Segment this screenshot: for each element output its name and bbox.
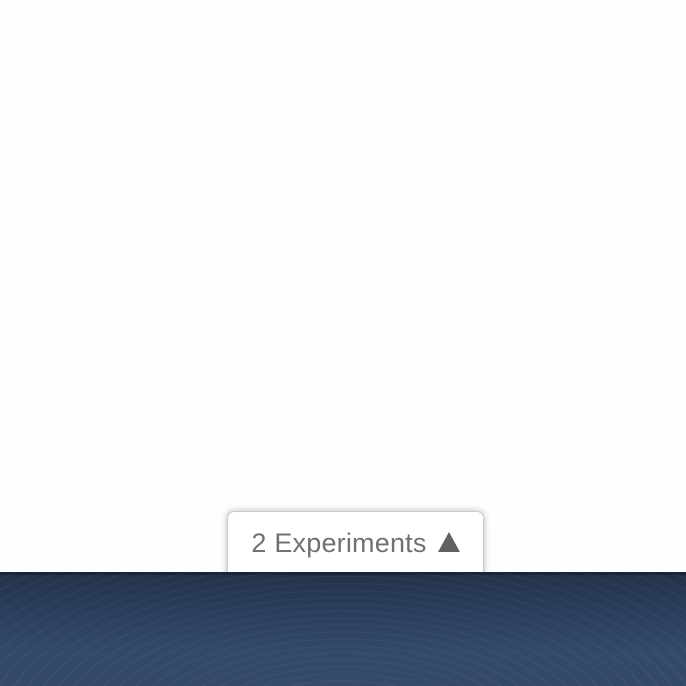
experiments-count-label: 2 Experiments xyxy=(251,528,427,558)
triangle-up-icon xyxy=(437,532,460,557)
experiments-panel-background xyxy=(0,572,686,686)
main-content-area xyxy=(0,0,686,572)
experiments-tab-button[interactable]: 2 Experiments xyxy=(227,511,484,577)
